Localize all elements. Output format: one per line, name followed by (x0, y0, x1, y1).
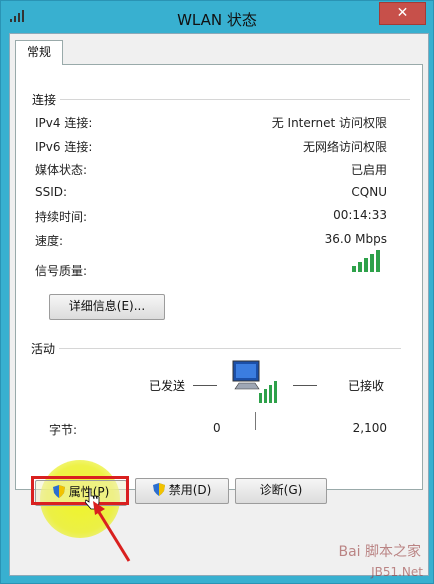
ipv6-label: IPv6 连接: (35, 140, 93, 154)
red-arrow-icon (93, 501, 131, 562)
bytes-sent-value: 0 (213, 421, 221, 435)
signal-quality-label: 信号质量: (35, 264, 88, 278)
tab-general[interactable]: 常规 (15, 40, 63, 65)
activity-divider (59, 348, 401, 349)
speed-value: 36.0 Mbps (324, 232, 387, 246)
watermark-logo: Bai 脚本之家 (338, 544, 421, 560)
shield-icon (152, 483, 165, 496)
watermark-url: JB51.Net (371, 565, 423, 579)
speed-label: 速度: (35, 234, 64, 248)
disable-button-label: 禁用(D) (168, 483, 212, 497)
network-computers-icon (232, 360, 277, 403)
sent-line (193, 385, 217, 386)
signal-strength-icon (352, 250, 382, 272)
received-line (293, 385, 317, 386)
ipv6-value: 无网络访问权限 (302, 140, 387, 154)
activity-separator (255, 412, 256, 430)
ipv4-label: IPv4 连接: (35, 116, 93, 130)
ssid-value: CQNU (351, 185, 387, 199)
media-state-value: 已启用 (350, 163, 387, 177)
details-button[interactable]: 详细信息(E)... (49, 294, 165, 320)
received-label: 已接收 (348, 379, 385, 393)
disable-button[interactable]: 禁用(D) (135, 478, 229, 504)
close-button[interactable]: ✕ (379, 2, 426, 25)
bytes-label: 字节: (49, 423, 78, 437)
ipv4-value: 无 Internet 访问权限 (271, 116, 387, 130)
title-bar[interactable]: WLAN 状态 ✕ (1, 1, 433, 33)
connection-group-label: 连接 (32, 93, 57, 107)
window-title: WLAN 状态 (177, 11, 257, 29)
media-state-label: 媒体状态: (35, 163, 88, 177)
sent-label: 已发送 (149, 379, 186, 393)
connection-divider (60, 99, 410, 100)
diagnose-button[interactable]: 诊断(G) (235, 478, 327, 504)
wlan-status-window: WLAN 状态 ✕ 常规 连接 IPv4 连接: 无 Internet 访问权限… (0, 0, 434, 584)
duration-label: 持续时间: (35, 210, 88, 224)
ssid-label: SSID: (35, 185, 68, 199)
duration-value: 00:14:33 (333, 208, 387, 222)
activity-group-label: 活动 (31, 342, 56, 356)
bytes-received-value: 2,100 (352, 421, 387, 435)
